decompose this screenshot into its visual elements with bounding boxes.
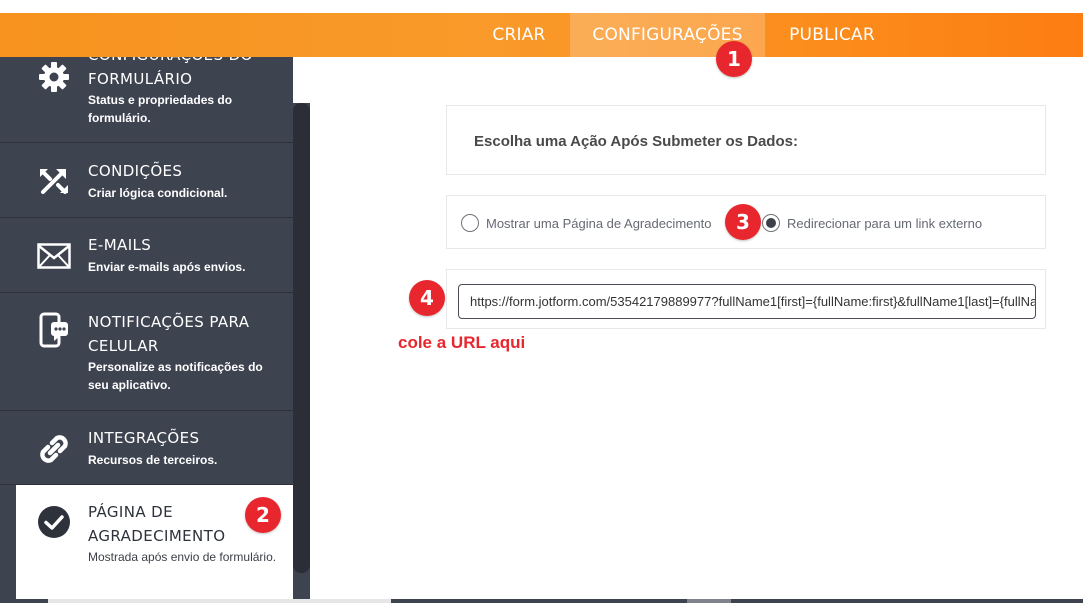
radio-circle-unchecked[interactable] — [461, 214, 479, 232]
sidebar-item-title: E-MAILS — [88, 236, 152, 254]
top-strip — [0, 0, 1083, 13]
envelope-icon — [36, 238, 72, 274]
step-marker-2: 2 — [245, 497, 281, 533]
sidebar-item-desc: Criar lógica condicional. — [88, 186, 228, 200]
radio-redirect-external-link[interactable]: Redirecionar para um link externo — [762, 214, 982, 232]
sidebar-item-title: NOTIFICAÇÕES PARA CELULAR — [88, 313, 250, 355]
sidebar-item-notificacoes-celular[interactable]: NOTIFICAÇÕES PARA CELULAR Personalize as… — [0, 293, 293, 411]
sidebar-item-desc: Mostrada após envio de formulário. — [88, 550, 277, 564]
step-marker-4: 4 — [409, 280, 445, 316]
condition-arrows-icon — [36, 163, 72, 199]
step-marker-1: 1 — [716, 41, 752, 77]
radio-label: Mostrar uma Página de Agradecimento — [486, 215, 712, 231]
sidebar-scrollbar[interactable] — [293, 103, 310, 603]
radio-show-thankyou-page[interactable]: Mostrar uma Página de Agradecimento — [461, 214, 711, 232]
step-marker-3: 3 — [725, 204, 761, 240]
action-heading: Escolha uma Ação Após Submeter os Dados: — [474, 133, 798, 150]
checkmark-circle-icon — [36, 504, 72, 540]
tab-publicar[interactable]: PUBLICAR — [780, 13, 884, 57]
main-content: Escolha uma Ação Após Submeter os Dados:… — [310, 57, 1083, 603]
sidebar-item-title: CONFIGURAÇÕES DO FORMULÁRIO — [88, 57, 252, 88]
mobile-notification-icon — [36, 312, 72, 348]
sidebar-scrollbar-thumb[interactable] — [293, 103, 310, 573]
action-heading-card: Escolha uma Ação Após Submeter os Dados: — [446, 105, 1046, 175]
redirect-url-input[interactable]: https://form.jotform.com/53542179889977?… — [458, 284, 1036, 319]
top-navigation-bar: CRIAR CONFIGURAÇÕES PUBLICAR — [0, 13, 1083, 57]
radio-label: Redirecionar para um link externo — [787, 215, 983, 231]
bottom-edge — [0, 599, 1083, 603]
sidebar-item-configuracoes-formulario[interactable]: CONFIGURAÇÕES DO FORMULÁRIO Status e pro… — [0, 57, 293, 143]
paste-url-annotation: cole a URL aqui — [398, 333, 526, 352]
tab-criar[interactable]: CRIAR — [482, 13, 556, 57]
gear-icon — [36, 59, 72, 95]
sidebar-item-desc: Status e propriedades do formulário. — [88, 93, 233, 125]
sidebar-item-desc: Personalize as notificações do seu aplic… — [88, 360, 263, 392]
radio-circle-checked[interactable] — [762, 214, 780, 232]
redirect-url-card: https://form.jotform.com/53542179889977?… — [446, 269, 1046, 329]
sidebar-item-emails[interactable]: E-MAILS Enviar e-mails após envios. — [0, 218, 293, 293]
chain-link-icon — [36, 431, 72, 467]
sidebar-item-title: INTEGRAÇÕES — [88, 429, 200, 447]
sidebar-item-title: CONDIÇÕES — [88, 162, 183, 180]
sidebar-item-integracoes[interactable]: INTEGRAÇÕES Recursos de terceiros. — [0, 411, 293, 485]
sidebar-item-condicoes[interactable]: CONDIÇÕES Criar lógica condicional. — [0, 143, 293, 218]
sidebar-item-desc: Enviar e-mails após envios. — [88, 260, 246, 274]
sidebar-item-desc: Recursos de terceiros. — [88, 453, 218, 467]
